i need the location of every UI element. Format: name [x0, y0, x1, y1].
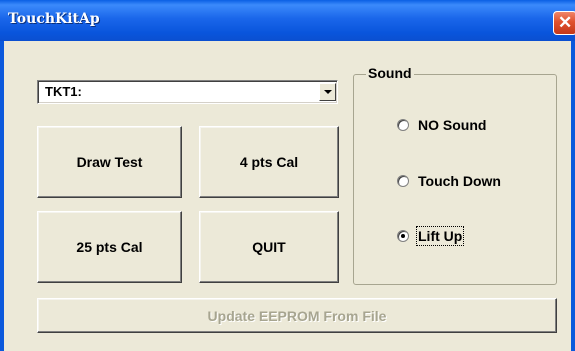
title-bar[interactable]: TouchKitAp ✕: [0, 0, 575, 41]
controller-select-value: TKT1:: [45, 84, 82, 99]
radio-lift-up-label: Lift Up: [415, 226, 465, 246]
window-title: TouchKitAp: [8, 11, 100, 27]
chevron-down-icon[interactable]: [319, 83, 336, 101]
radio-touch-down[interactable]: Touch Down: [397, 173, 501, 189]
sound-group-label: Sound: [366, 65, 414, 81]
window-frame-left: [0, 41, 4, 351]
quit-button[interactable]: QUIT: [199, 211, 339, 283]
radio-touch-down-label: Touch Down: [418, 173, 501, 189]
radio-lift-up[interactable]: Lift Up: [397, 226, 465, 246]
window-frame-right: [571, 41, 575, 351]
radio-no-sound[interactable]: NO Sound: [397, 117, 486, 133]
25-pts-cal-button[interactable]: 25 pts Cal: [37, 211, 182, 283]
radio-circle-icon: [397, 119, 409, 131]
touchkit-window: TouchKitAp ✕ TKT1: Draw Test 4 pts Cal 2…: [0, 0, 575, 351]
close-button[interactable]: ✕: [553, 11, 575, 35]
controller-select[interactable]: TKT1:: [37, 80, 338, 104]
radio-checked-icon: [397, 230, 409, 242]
update-eeprom-button[interactable]: Update EEPROM From File: [37, 298, 557, 333]
draw-test-button[interactable]: Draw Test: [37, 126, 182, 198]
radio-no-sound-label: NO Sound: [418, 117, 487, 133]
4-pts-cal-button[interactable]: 4 pts Cal: [199, 126, 339, 198]
close-icon: ✕: [558, 13, 573, 32]
radio-circle-icon: [397, 175, 409, 187]
